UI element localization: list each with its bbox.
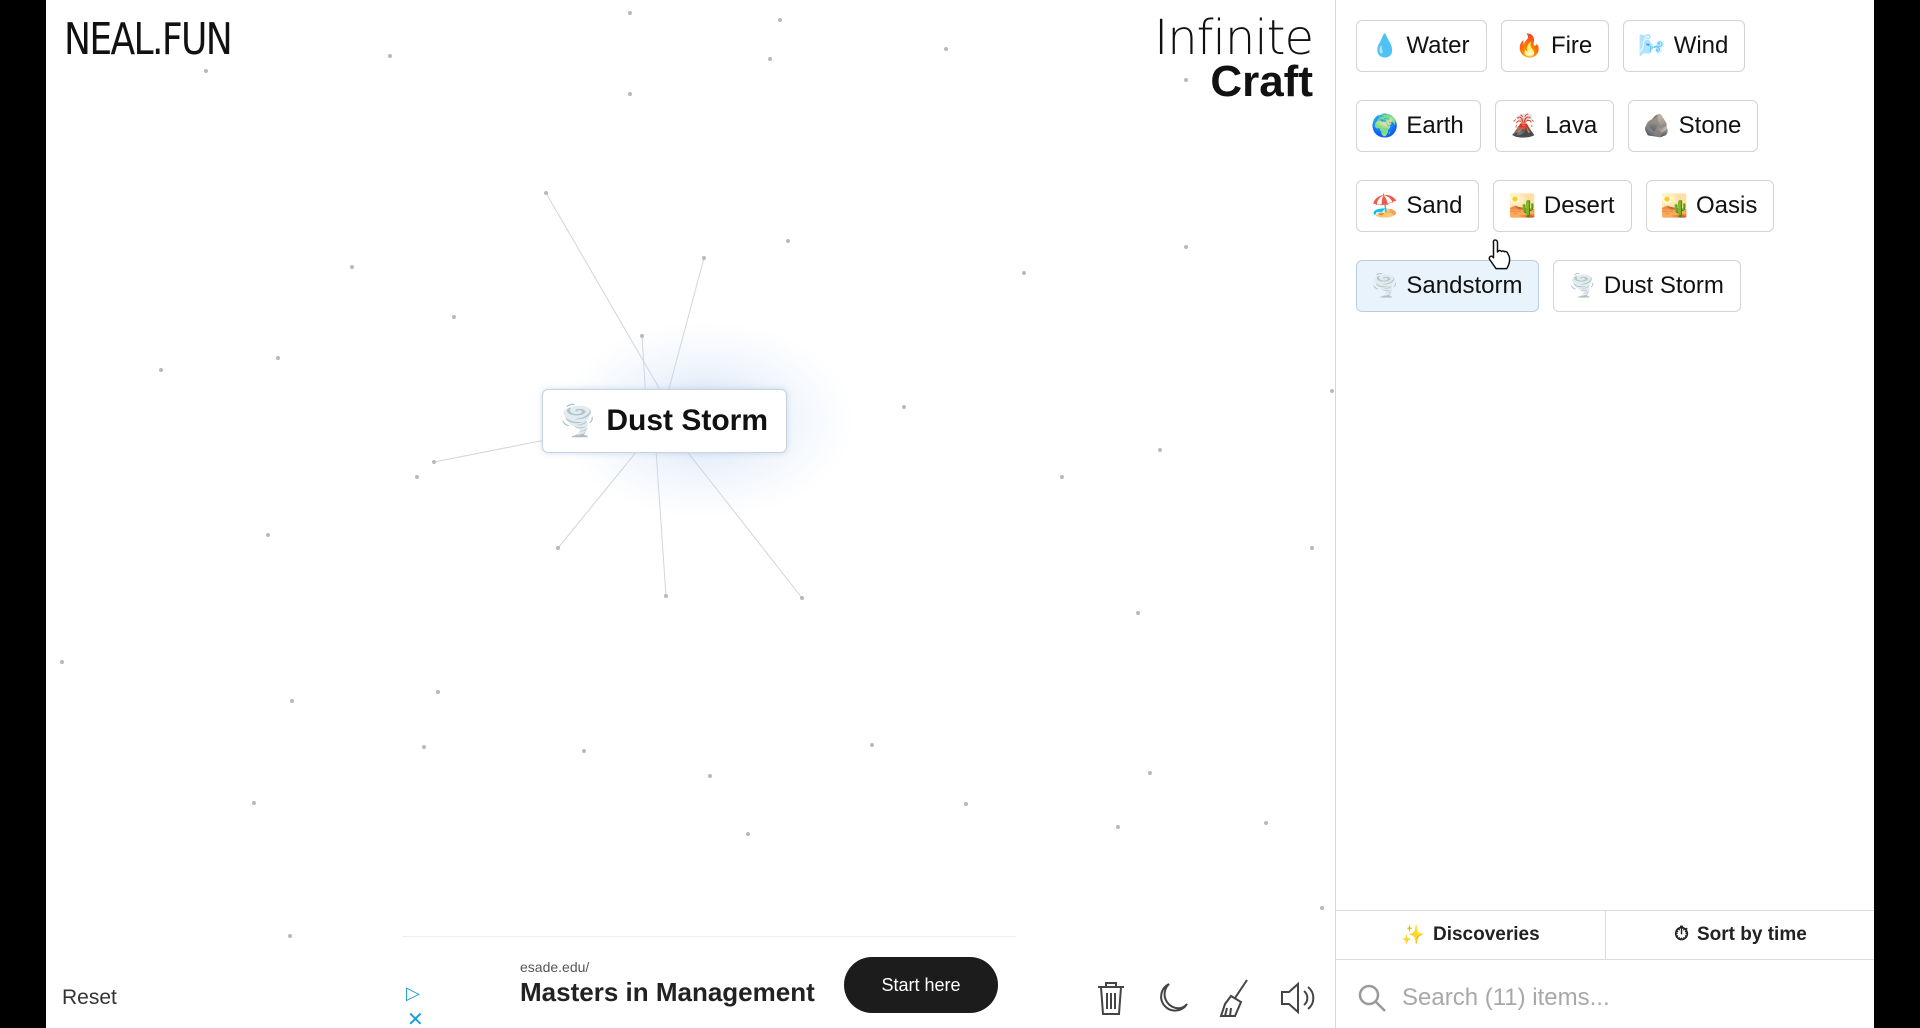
canvas-element-dust-storm[interactable]: 🌪️ Dust Storm xyxy=(542,389,788,453)
earth-icon: 🌍 xyxy=(1371,113,1399,138)
sidebar-item-label: Desert xyxy=(1543,192,1615,219)
tornado-icon: 🌪️ xyxy=(1568,273,1596,298)
canvas-element-label: Dust Storm xyxy=(606,404,769,437)
ad-title[interactable]: Masters in Management xyxy=(520,977,815,1008)
tornado-icon: 🌪️ xyxy=(1371,273,1399,298)
app-frame: NEAL.FUN Infinite Craft 🌪️ Dust Storm Re… xyxy=(46,0,1874,1028)
sidebar-item-label: Sandstorm xyxy=(1406,272,1523,299)
tab-discoveries-label: Discoveries xyxy=(1432,924,1540,945)
item-list: 💧 Water 🔥 Fire 🌬️ Wind 🌍 Earth 🌋 Lava 🪨 Stone 🏖️ Sand… xyxy=(1356,20,1856,312)
sidebar-item-label: Sand xyxy=(1406,192,1463,219)
sidebar-item-sand[interactable]: 🏖️ Sand xyxy=(1356,180,1480,232)
sidebar-item-label: Lava xyxy=(1545,112,1598,139)
sidebar-item-label: Oasis xyxy=(1695,192,1758,219)
clock-icon: ⏱ xyxy=(1674,924,1689,945)
sidebar-item-stone[interactable]: 🪨 Stone xyxy=(1628,100,1759,152)
moon-icon[interactable] xyxy=(1153,976,1193,1020)
trash-icon[interactable] xyxy=(1091,976,1131,1020)
sidebar-item-dust-storm[interactable]: 🌪️ Dust Storm xyxy=(1553,260,1741,312)
ad-url: esade.edu/ xyxy=(520,959,590,975)
beach-icon: 🏖️ xyxy=(1371,193,1399,218)
app-title-line1: Infinite xyxy=(1154,10,1314,66)
sidebar-item-oasis[interactable]: 🏜️ Oasis xyxy=(1645,180,1775,232)
search-icon xyxy=(1358,984,1386,1012)
app-logo: Infinite Craft xyxy=(1154,10,1314,106)
sidebar-item-label: Dust Storm xyxy=(1603,272,1724,299)
craft-canvas[interactable]: NEAL.FUN Infinite Craft 🌪️ Dust Storm Re… xyxy=(46,0,1335,1028)
tornado-icon: 🌪️ xyxy=(559,404,597,438)
sidebar-tabs: ✨ Discoveries ⏱ Sort by time xyxy=(1336,910,1874,960)
desert-icon: 🏜️ xyxy=(1660,193,1688,218)
sidebar-item-label: Earth xyxy=(1406,112,1464,139)
desert-icon: 🏜️ xyxy=(1508,193,1536,218)
sidebar-item-lava[interactable]: 🌋 Lava xyxy=(1494,100,1615,152)
search-input[interactable] xyxy=(1402,984,1822,1012)
app-title-line2: Craft xyxy=(1210,57,1313,106)
sidebar-item-label: Water xyxy=(1406,32,1470,59)
broom-icon[interactable] xyxy=(1215,976,1255,1020)
sparkle-icon: ✨ xyxy=(1401,925,1425,946)
rock-icon: 🪨 xyxy=(1643,113,1671,138)
sidebar-item-water[interactable]: 💧 Water xyxy=(1356,20,1487,72)
sidebar-item-wind[interactable]: 🌬️ Wind xyxy=(1623,20,1746,72)
fire-icon: 🔥 xyxy=(1515,33,1543,58)
wind-icon: 🌬️ xyxy=(1638,33,1666,58)
sidebar-item-desert[interactable]: 🏜️ Desert xyxy=(1493,180,1632,232)
ad-banner[interactable]: ▷ ✕ esade.edu/ Masters in Management Sta… xyxy=(402,936,1016,1028)
sidebar-item-earth[interactable]: 🌍 Earth xyxy=(1356,100,1481,152)
water-drop-icon: 💧 xyxy=(1371,33,1399,58)
volcano-icon: 🌋 xyxy=(1509,113,1538,138)
search-bar xyxy=(1336,968,1874,1028)
hand-cursor-icon xyxy=(1488,239,1511,270)
sidebar-item-label: Wind xyxy=(1673,32,1729,59)
reset-button[interactable]: Reset xyxy=(62,986,117,1010)
tab-discoveries[interactable]: ✨ Discoveries xyxy=(1336,911,1605,959)
sidebar-item-label: Stone xyxy=(1678,112,1742,139)
tab-sort-by-time[interactable]: ⏱ Sort by time xyxy=(1605,911,1874,959)
sidebar: 💧 Water 🔥 Fire 🌬️ Wind 🌍 Earth 🌋 Lava 🪨 Stone 🏖️ Sand… xyxy=(1335,0,1874,1028)
canvas-toolbar xyxy=(1091,976,1317,1020)
ad-cta-button[interactable]: Start here xyxy=(844,957,998,1013)
site-logo[interactable]: NEAL.FUN xyxy=(64,14,233,65)
speaker-icon[interactable] xyxy=(1277,976,1317,1020)
ad-choices-icon[interactable]: ▷ xyxy=(406,983,420,1004)
sidebar-item-fire[interactable]: 🔥 Fire xyxy=(1500,20,1610,72)
sidebar-item-label: Fire xyxy=(1550,32,1593,59)
ad-close-icon[interactable]: ✕ xyxy=(407,1007,424,1028)
tab-sort-label: Sort by time xyxy=(1697,924,1807,945)
